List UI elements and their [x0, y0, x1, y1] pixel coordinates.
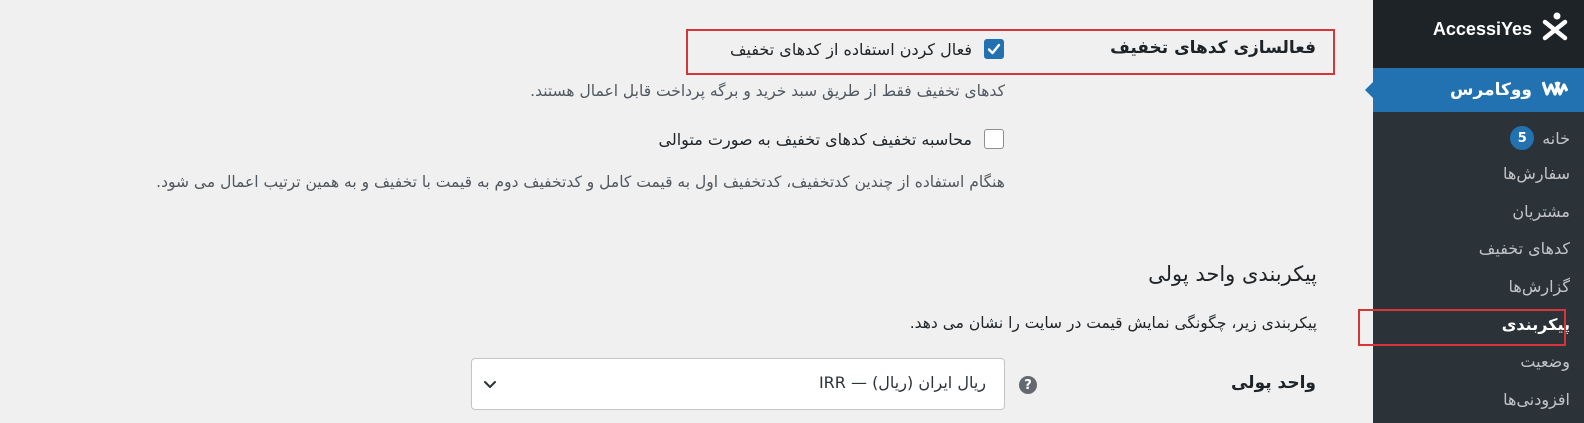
- currency-field-label: واحد پولی: [1230, 373, 1316, 393]
- brand-name: AccessiYes: [1432, 18, 1532, 39]
- sidebar-item-label: مشتریان: [1512, 202, 1570, 221]
- sidebar-item-orders[interactable]: سفارش‌ها: [1503, 164, 1570, 183]
- brand[interactable]: AccessiYes: [1373, 10, 1584, 48]
- current-menu-arrow: [1365, 82, 1373, 98]
- sidebar-item-extensions[interactable]: افزودنی‌ها: [1503, 390, 1570, 409]
- currency-section-heading: پیکربندی واحد پولی: [1148, 262, 1317, 286]
- sidebar-item-label: وضعیت: [1520, 352, 1570, 371]
- sidebar-item-label: افزودنی‌ها: [1503, 390, 1570, 409]
- sidebar-item-label: پیکربندی: [1501, 315, 1570, 334]
- sidebar-item-label: خانه: [1542, 128, 1570, 148]
- orders-count-badge: 5: [1510, 126, 1535, 150]
- enable-coupons-label[interactable]: فعال کردن استفاده از کدهای تخفیف: [730, 40, 972, 59]
- admin-sidebar: AccessiYes ووکامرس خانه 5 سفارش‌ها مشتری…: [1365, 0, 1584, 423]
- sidebar-item-coupons[interactable]: کدهای تخفیف: [1479, 239, 1570, 258]
- menu-woocommerce-label: ووکامرس: [1450, 80, 1532, 100]
- sequential-coupons-description: هنگام استفاده از چندین کدتخفیف، کدتخفیف …: [156, 173, 1005, 191]
- sequential-coupons-checkbox[interactable]: [984, 129, 1004, 149]
- enable-coupons-checkbox[interactable]: [984, 39, 1004, 59]
- sidebar-item-status[interactable]: وضعیت: [1520, 352, 1570, 371]
- menu-woocommerce[interactable]: ووکامرس: [1365, 68, 1584, 112]
- sidebar-item-label: کدهای تخفیف: [1478, 239, 1570, 258]
- sidebar-item-settings[interactable]: پیکربندی: [1502, 315, 1570, 334]
- currency-select[interactable]: ریال ایران (ریال) — IRR: [471, 358, 1005, 410]
- sidebar-item-label: سفارش‌ها: [1503, 164, 1570, 183]
- currency-selected-value: ریال ایران (ریال) — IRR: [818, 373, 986, 392]
- enable-coupons-description: کدهای تخفیف فقط از طریق سبد خرید و برگه …: [530, 82, 1005, 100]
- sidebar-item-home[interactable]: خانه 5: [1510, 126, 1570, 150]
- sidebar-item-reports[interactable]: گزارش‌ها: [1509, 277, 1570, 296]
- woocommerce-submenu: خانه 5 سفارش‌ها مشتریان کدهای تخفیف گزار…: [1373, 112, 1584, 423]
- chevron-down-icon: [484, 381, 496, 388]
- sequential-coupons-label[interactable]: محاسبه تخفیف کدهای تخفیف به صورت متوالی: [659, 130, 972, 149]
- woo-icon: [1541, 79, 1569, 102]
- check-icon: [987, 43, 1001, 55]
- help-icon[interactable]: ?: [1019, 376, 1037, 394]
- sidebar-item-label: گزارش‌ها: [1508, 277, 1570, 296]
- accessiyes-logo-icon: [1542, 12, 1568, 46]
- sidebar-item-customers[interactable]: مشتریان: [1512, 202, 1570, 221]
- coupons-enable-title: فعالسازی کدهای تخفیف: [1110, 38, 1316, 58]
- currency-section-description: پیکربندی زیر، چگونگی نمایش قیمت در سایت …: [909, 314, 1317, 332]
